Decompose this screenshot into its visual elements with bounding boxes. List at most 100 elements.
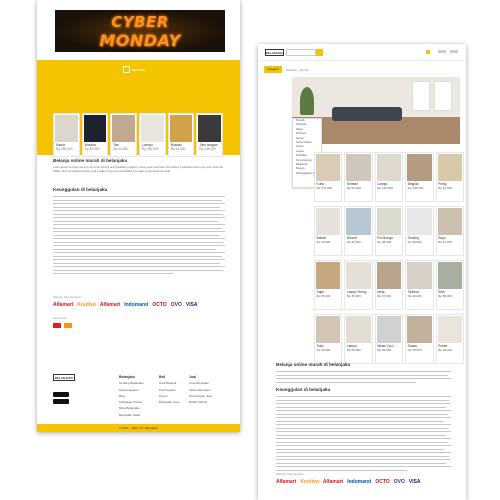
product-price: Rp 179.000 xyxy=(316,186,333,190)
payment-section: Metode Pembayaran Alfamart Kredivo Alfam… xyxy=(53,295,225,328)
product-card[interactable]: Monitor Rp 45.000 xyxy=(81,113,109,157)
stage: CYBER MONDAY Ide Kado Kasur Rp 189.000 M… xyxy=(0,0,500,500)
grid-product-card[interactable]: Kursi Rp 179.000 xyxy=(314,152,343,202)
product-image xyxy=(437,262,462,289)
footer-link[interactable]: Blog xyxy=(119,394,125,398)
grid-product-card[interactable]: Sapu Rp 14.000 xyxy=(435,206,464,256)
register-link[interactable] xyxy=(450,50,458,53)
site-logo[interactable]: BELANJAKU xyxy=(265,49,284,56)
product-price: Rp 66.000 xyxy=(346,186,361,190)
grid-product-card[interactable]: Meja Rp 67.000 xyxy=(374,260,404,310)
grid-product-card[interactable]: Bantal Rp 30.000 xyxy=(314,206,343,256)
product-image xyxy=(376,316,402,343)
footer-link[interactable]: Seller Education xyxy=(189,388,211,392)
product-image xyxy=(346,208,371,235)
grid-product-card[interactable]: Bingkai Rp 145.000 xyxy=(405,152,434,202)
product-price: Rp 16.000 xyxy=(407,294,422,298)
banner-line1: CYBER xyxy=(111,13,169,31)
alfamart-logo: Alfamart xyxy=(322,479,344,485)
hero-sofa xyxy=(332,107,402,121)
advantages-section: Keunggulan di belanjaku xyxy=(276,387,451,473)
footer-link[interactable]: Kebijakan Privasi xyxy=(119,400,142,404)
footer-link[interactable]: Tentang Belanjaku xyxy=(119,381,144,385)
product-card[interactable]: Hiasan Rp 54.000 xyxy=(167,113,195,157)
grid-product-card[interactable]: Bersoli Rp 49.000 xyxy=(344,206,373,256)
search-input[interactable] xyxy=(286,49,316,56)
about-section: Belanja online murah di belanjaku Lorem … xyxy=(53,158,225,173)
product-price: Rp 125.000 xyxy=(377,186,393,190)
grid-product-card[interactable]: Selimut Rp 16.000 xyxy=(405,260,434,310)
product-card[interactable]: Kasur Rp 189.000 xyxy=(53,113,80,157)
search-button[interactable] xyxy=(316,49,323,56)
footer-col-title: Jual xyxy=(189,375,196,379)
product-image xyxy=(112,115,136,142)
product-grid: Kursi Rp 179.000 Setelan Rp 66.000 Lampu Rp… xyxy=(314,152,464,368)
footer-link[interactable]: Mitra Belanjaku xyxy=(119,406,140,410)
product-card[interactable]: Tas Rp 44.000 xyxy=(110,113,138,157)
grid-product-card[interactable]: Sofa Rp 45.000 xyxy=(314,314,343,364)
product-price: Rp 149.000 xyxy=(199,147,216,151)
advantages-text xyxy=(53,196,225,274)
about-section: Belanja online murah di belanjaku xyxy=(276,362,451,385)
product-image xyxy=(376,208,402,235)
kredivo-logo: Kredivo xyxy=(77,302,96,308)
footer-link[interactable]: Hak Kekayaan xyxy=(119,388,139,392)
product-card[interactable]: Lampu Rp 250.000 xyxy=(139,113,166,157)
payment-label: Metode Pembayaran xyxy=(276,472,304,476)
product-image xyxy=(198,115,222,142)
grid-product-card[interactable]: Sets Rp 88.000 xyxy=(435,260,464,310)
grid-product-card[interactable]: Lampu Rp 125.000 xyxy=(374,152,404,202)
product-image xyxy=(316,262,341,289)
product-price: Rp 68.000 xyxy=(407,240,422,244)
alfamart-logo: Alfamart xyxy=(276,479,297,485)
footer-link[interactable]: Belanjaku Seller xyxy=(119,413,141,417)
octo-logo: OCTO xyxy=(375,479,390,485)
product-image xyxy=(141,115,164,142)
footer-logo[interactable]: BELANJAKU xyxy=(53,374,75,381)
footer-link[interactable]: Pembayaran xyxy=(159,388,176,392)
ovo-logo: OVO xyxy=(170,302,182,308)
indomaret-logo: Indomaret xyxy=(124,302,149,308)
footer-link[interactable]: Cara Berjualan xyxy=(189,381,209,385)
login-link[interactable] xyxy=(438,50,446,53)
product-price: Rp 54.000 xyxy=(170,147,186,151)
grid-product-card[interactable]: Lampu Hiring Rp 45.000 xyxy=(344,260,373,310)
footer-col-jual: Jual Cara Berjualan Seller Education Keu… xyxy=(189,374,212,405)
play-store-badge[interactable] xyxy=(53,399,69,404)
visa-logo: VISA xyxy=(185,302,198,308)
footer-col-title: Belanjaku xyxy=(119,375,136,379)
grid-product-card[interactable]: Poster Rp 34.000 xyxy=(435,314,464,364)
footer-col-beli: Beli Cara Belanja Pembayaran Promo Belan… xyxy=(159,374,180,405)
grid-product-card[interactable]: Sapu Rp 56.000 xyxy=(314,260,343,310)
grid-product-card[interactable]: Piring Rp 31.000 xyxy=(435,152,464,202)
category-button[interactable]: Kategori xyxy=(264,66,282,73)
product-image xyxy=(83,115,107,142)
grid-product-card[interactable]: Setelan Rp 66.000 xyxy=(344,152,373,202)
indomaret-logo: Indomaret xyxy=(347,479,372,485)
product-image xyxy=(437,154,462,181)
cart-icon[interactable] xyxy=(426,50,430,54)
product-image xyxy=(407,262,432,289)
grid-product-card[interactable]: Mesin Cuci Rp 94.000 xyxy=(374,314,404,364)
footer-link[interactable]: Cara Belanja xyxy=(159,381,176,385)
product-image xyxy=(407,316,432,343)
grid-product-card[interactable]: Lampu Rp 56.000 xyxy=(344,314,373,364)
gift-products: Kasur Rp 189.000 Monitor Rp 45.000 Tas R… xyxy=(53,113,224,157)
footer-link[interactable]: Daftar Official xyxy=(189,400,207,404)
cyber-monday-banner[interactable]: CYBER MONDAY xyxy=(55,10,225,52)
product-row: Bantal Rp 30.000 Bersoli Rp 49.000 Pot Bun… xyxy=(314,206,464,256)
grid-product-card[interactable]: Dinding Rp 68.000 xyxy=(405,206,434,256)
grid-product-card[interactable]: Dasan Rp 78.000 xyxy=(405,314,434,364)
footer-link[interactable]: Promo xyxy=(159,394,168,398)
footer-link[interactable]: Keuntungan Jual xyxy=(189,394,212,398)
alfamart-logo: Alfamart xyxy=(53,302,74,308)
about-paragraph: Lorem ipsum is simply dummy text of the … xyxy=(53,166,223,173)
grid-product-card[interactable]: Pot Bunga Rp 58.000 xyxy=(374,206,404,256)
product-card[interactable]: Jam tangan Rp 149.000 xyxy=(196,113,224,157)
footer-link[interactable]: Belanjaku Care xyxy=(159,400,180,404)
payment-label: Metode Pembayaran xyxy=(53,295,81,299)
left-page: CYBER MONDAY Ide Kado Kasur Rp 189.000 M… xyxy=(37,0,240,432)
advantages-heading: Keunggulan di belanjaku xyxy=(53,187,108,192)
payment-logos: Alfamart Kredivo Alfamart Indomaret OCTO… xyxy=(53,302,225,308)
app-store-badge[interactable] xyxy=(53,392,69,397)
